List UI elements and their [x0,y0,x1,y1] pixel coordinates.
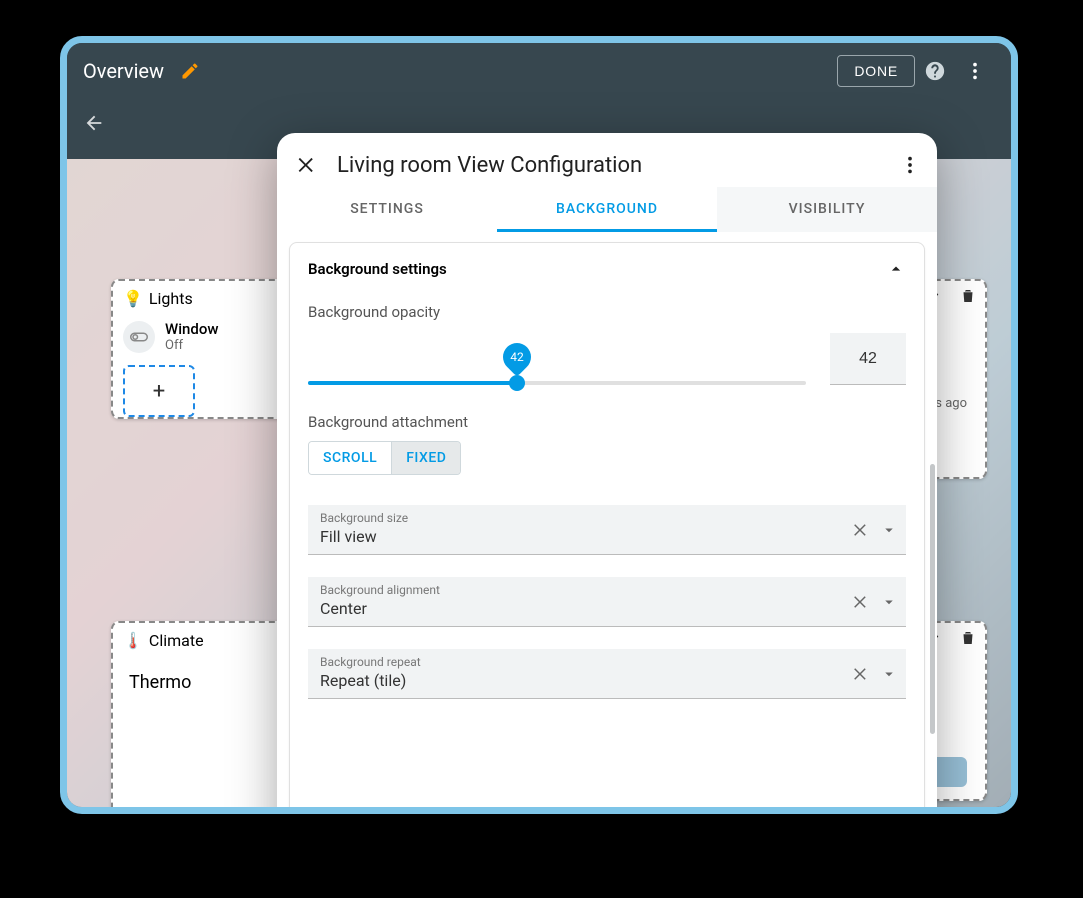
repeat-value: Repeat (tile) [320,669,894,690]
trash-icon[interactable] [959,629,977,647]
alignment-value: Center [320,597,894,618]
size-label: Background size [320,511,894,525]
clear-icon[interactable] [852,593,870,611]
bulb-icon: 💡 [123,289,143,308]
light-name: Window [165,320,218,338]
trash-icon[interactable] [959,287,977,305]
kebab-icon[interactable] [955,51,995,91]
chevron-down-icon[interactable] [880,593,898,611]
chevron-up-icon[interactable] [886,259,906,279]
attachment-toggle: SCROLL FIXED [308,441,461,475]
modal-body: Background settings Background opacity 4… [277,232,937,814]
close-icon[interactable] [293,151,321,179]
modal-tabs: SETTINGS BACKGROUND VISIBILITY [277,187,937,232]
modal-title: Living room View Configuration [337,153,883,178]
scrollbar[interactable] [930,464,935,734]
thermometer-icon: 🌡️ [123,631,143,650]
back-arrow-icon[interactable] [83,112,105,134]
help-icon[interactable] [915,51,955,91]
repeat-label: Background repeat [320,655,894,669]
background-alignment-select[interactable]: Background alignment Center [308,577,906,627]
lights-title: Lights [149,289,193,308]
switch-icon [123,321,155,353]
slider-thumb[interactable] [509,375,525,391]
chevron-down-icon[interactable] [880,521,898,539]
attachment-fixed[interactable]: FIXED [392,442,460,474]
panel-title: Background settings [308,260,447,278]
background-settings-panel: Background settings Background opacity 4… [289,242,925,814]
pencil-icon[interactable] [180,61,200,81]
view-config-modal: Living room View Configuration SETTINGS … [277,133,937,814]
light-state: Off [165,338,218,353]
attachment-label: Background attachment [308,413,906,431]
add-button[interactable]: + [123,365,195,417]
modal-header: Living room View Configuration [277,133,937,187]
page-title: Overview [83,59,164,83]
opacity-input[interactable] [830,333,906,385]
done-button[interactable]: DONE [837,55,915,87]
chevron-down-icon[interactable] [880,665,898,683]
background-size-select[interactable]: Background size Fill view [308,505,906,555]
alignment-label: Background alignment [320,583,894,597]
tab-background[interactable]: BACKGROUND [497,187,717,232]
attachment-scroll[interactable]: SCROLL [309,442,392,474]
slider-bubble: 42 [497,337,537,377]
app-topbar: Overview DONE [67,43,1011,99]
slider-fill [308,381,517,385]
opacity-row: 42 [308,333,906,385]
climate-title: Climate [149,631,204,650]
clear-icon[interactable] [852,665,870,683]
tab-settings[interactable]: SETTINGS [277,187,497,232]
opacity-label: Background opacity [308,303,906,321]
clear-icon[interactable] [852,521,870,539]
tab-visibility[interactable]: VISIBILITY [717,187,937,232]
background-repeat-select[interactable]: Background repeat Repeat (tile) [308,649,906,699]
slider-track [308,381,806,385]
plus-icon: + [153,379,165,404]
size-value: Fill view [320,525,894,546]
device-frame: Overview DONE 💡 Lights Window [60,36,1018,814]
kebab-icon[interactable] [899,154,921,176]
opacity-slider[interactable]: 42 [308,353,806,385]
